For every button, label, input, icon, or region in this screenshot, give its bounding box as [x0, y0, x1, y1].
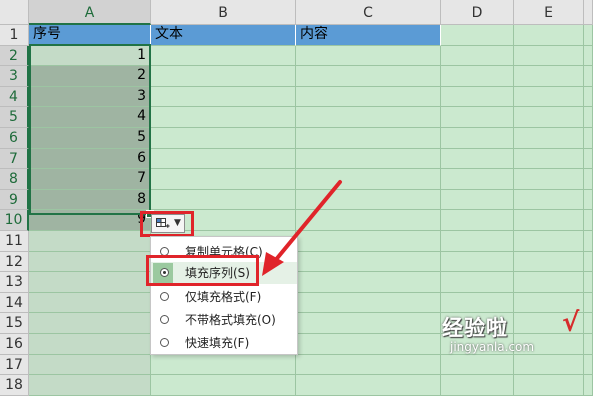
watermark: 经验啦 √ jingyanla.com [440, 308, 590, 360]
cell[interactable] [584, 375, 593, 396]
cell[interactable] [441, 375, 514, 396]
row-header-18[interactable]: 18 [0, 375, 29, 396]
watermark-text: 经验啦 [442, 316, 508, 340]
cell[interactable] [151, 375, 296, 396]
red-arrow-icon [262, 180, 342, 276]
watermark-url: jingyanla.com [450, 340, 535, 354]
cell[interactable] [296, 375, 441, 396]
cell[interactable] [514, 375, 584, 396]
check-mark-icon: √ [562, 308, 580, 338]
cell[interactable] [29, 375, 151, 396]
